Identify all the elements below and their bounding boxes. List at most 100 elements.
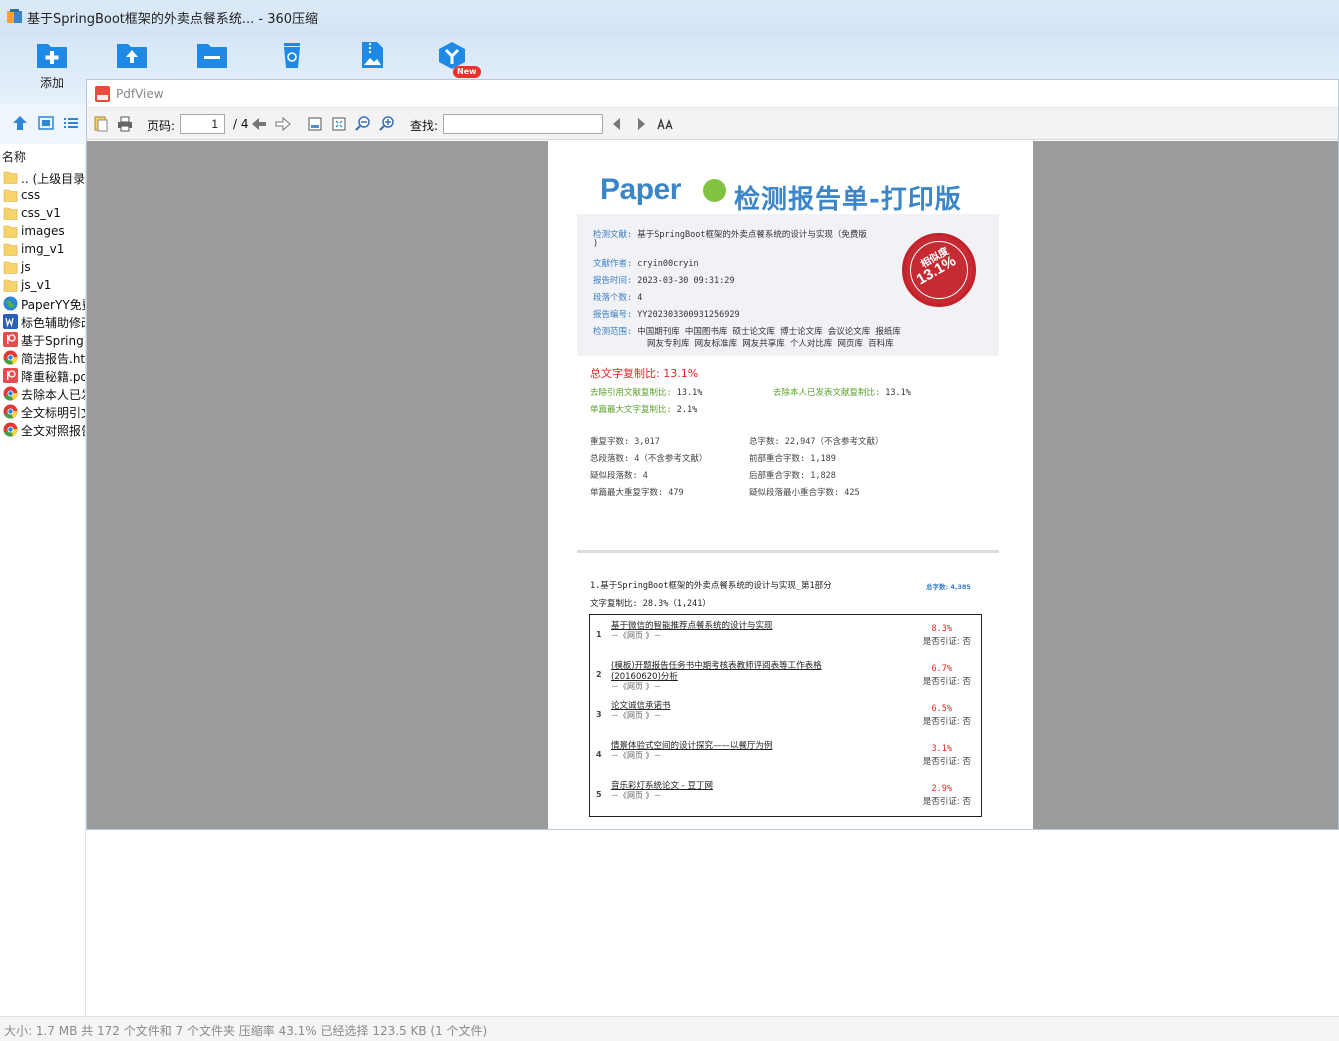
section-copy-ratio: 文字复制比: 28.3%（1,241）	[590, 599, 711, 609]
status-bar: 大小: 1.7 MB 共 172 个文件和 7 个文件夹 压缩率 43.1% 已…	[0, 1016, 1339, 1041]
source-type: －《网页 》－	[611, 791, 662, 800]
file-row[interactable]: js_v1	[2, 277, 85, 295]
info-scope-cont: 网友专利库 网友标准库 网友共享库 个人对比库 网页库 百科库	[647, 339, 894, 349]
file-name: images	[21, 224, 65, 238]
file-row[interactable]: 降重秘籍.pdf	[2, 367, 86, 385]
stat-max-single-repeat: 单篇最大重复字数: 479	[590, 488, 684, 498]
thumbnail-view-icon[interactable]	[37, 114, 55, 132]
source-percentage: 6.5%	[931, 704, 952, 714]
max-single-ratio: 单篇最大文字复制比: 2.1%	[590, 405, 698, 415]
exclude-self-ratio: 去除本人已发表文献复制比: 13.1%	[773, 388, 911, 398]
stat-min-overlap: 疑似段落最小重合字数: 425	[749, 488, 860, 498]
source-list-box: 1 基于微信的智能推荐点餐系统的设计与实现 －《网页 》－ 8.3% 是否引证: 否 2(…	[589, 614, 982, 817]
source-row: 5 音乐彩灯系统论文 - 豆丁网 －《网页 》－ 2.9% 是否引证: 否	[590, 775, 981, 815]
folder-file-icon	[3, 170, 18, 185]
info-paragraphs: 段落个数: 4	[593, 293, 643, 303]
source-row: 1 基于微信的智能推荐点餐系统的设计与实现 －《网页 》－ 8.3% 是否引证: 否	[590, 615, 981, 655]
exclude-reference-ratio: 去除引用文献复制比: 13.1%	[590, 388, 703, 398]
nav-toolbar	[0, 104, 86, 144]
zoom-in-icon[interactable]	[379, 116, 395, 132]
list-view-icon[interactable]	[62, 114, 80, 132]
zip-image-icon	[362, 42, 383, 68]
source-type: －《网页 》－	[611, 631, 662, 640]
section-title: 1.基于SpringBoot框架的外卖点餐系统的设计与实现_第1部分	[590, 581, 832, 591]
stat-repeat-chars: 重复字数: 3,017	[590, 437, 660, 447]
section-divider	[577, 550, 999, 553]
file-name: img_v1	[21, 242, 65, 256]
compress-folder-icon	[197, 44, 227, 68]
source-row: 2 (模板)开题报告任务书中期考核表教师评阅表等工作表格 (20160620)分析－…	[590, 655, 981, 695]
file-row[interactable]: 简洁报告.htm	[2, 349, 86, 367]
file-row[interactable]: 去除本人已发	[2, 385, 86, 403]
word-file-icon	[3, 314, 18, 329]
info-time: 报告时间: 2023-03-30 09:31:29	[593, 276, 735, 286]
file-name: 标色辅助修改	[21, 316, 86, 330]
source-percentage: 3.1%	[931, 744, 952, 754]
file-row[interactable]: 基于Spring	[2, 331, 85, 349]
folder-file-icon	[3, 278, 18, 293]
file-row[interactable]: PaperYY免费	[2, 295, 85, 313]
source-percentage: 2.9%	[931, 784, 952, 794]
file-row[interactable]: 标色辅助修改	[2, 313, 86, 331]
file-row[interactable]: js	[2, 259, 85, 277]
source-row: 3 论文诚信承诺书 －《网页 》－ 6.5% 是否引证: 否	[590, 695, 981, 735]
source-citation: 是否引证: 否	[922, 757, 971, 767]
print-icon[interactable]	[117, 116, 133, 132]
yy-logo-icon	[703, 179, 726, 202]
name-column-header[interactable]: 名称	[2, 148, 26, 165]
pdf-page: Paper 检测报告单-打印版 检测文献: 基于SpringBoot框架的外卖点…	[548, 141, 1033, 829]
previous-page-icon[interactable]	[251, 116, 267, 132]
source-citation: 是否引证: 否	[922, 797, 971, 807]
file-name: 去除本人已发	[21, 388, 86, 402]
info-report-id: 报告编号: YY202303300931256929	[593, 310, 740, 320]
stat-back-overlap: 后部重合字数: 1,828	[749, 471, 836, 481]
zoom-out-icon[interactable]	[355, 116, 371, 132]
file-row[interactable]: css_v1	[2, 205, 85, 223]
report-title: 检测报告单-打印版	[734, 185, 962, 215]
file-name: 降重秘籍.pdf	[21, 370, 86, 384]
file-name: 全文对照报告	[21, 424, 86, 438]
stat-total-chars: 总字数: 22,947（不含参考文献）	[749, 437, 884, 447]
paperyy-logo: Paper	[600, 173, 681, 206]
file-name: 简洁报告.htm	[21, 352, 86, 366]
stat-suspect-paragraphs: 疑似段落数: 4	[590, 471, 648, 481]
total-copy-ratio: 总文字复制比: 13.1%	[590, 367, 699, 380]
file-row[interactable]: css	[2, 187, 85, 205]
pdf-file-icon	[95, 86, 110, 102]
fit-width-icon[interactable]	[307, 116, 323, 132]
file-row[interactable]: 全文对照报告	[2, 421, 86, 439]
next-page-icon[interactable]	[275, 116, 291, 132]
find-next-icon[interactable]	[633, 116, 649, 132]
page-number-input[interactable]: 1	[180, 114, 225, 134]
fit-page-icon[interactable]	[331, 116, 347, 132]
source-row: 4 情景体验式空间的设计探究——以餐厅为例 －《网页 》－ 3.1% 是否引证: 否	[590, 735, 981, 775]
folder-file-icon	[3, 206, 18, 221]
info-document: 检测文献: 基于SpringBoot框架的外卖点餐系统的设计与实现（免费版	[593, 230, 867, 240]
file-row[interactable]: images	[2, 223, 85, 241]
similarity-stamp: 相似度 13.1%	[902, 233, 976, 307]
match-case-icon[interactable]	[657, 116, 673, 132]
pdf-title-bar: PdfView	[87, 80, 1338, 108]
file-row[interactable]: img_v1	[2, 241, 85, 259]
up-arrow-icon[interactable]	[11, 114, 29, 132]
new-badge: New	[453, 66, 481, 78]
file-name: css_v1	[21, 206, 61, 220]
pdf-window-title: PdfView	[116, 87, 164, 101]
file-list: 名称 .. (上级目录) css css_v1images img_v1js js_v1…	[0, 144, 86, 1016]
file-name: css	[21, 188, 41, 202]
source-percentage: 8.3%	[931, 624, 952, 634]
file-row[interactable]: .. (上级目录)	[2, 169, 85, 187]
chrome-file-icon	[3, 386, 18, 401]
folder-file-icon	[3, 242, 18, 257]
pdf-file-icon	[3, 368, 18, 383]
chrome-file-icon	[3, 404, 18, 419]
file-row[interactable]: 全文标明引文	[2, 403, 85, 421]
find-input[interactable]	[443, 114, 603, 134]
page-total: / 4	[233, 117, 249, 131]
pdf-canvas[interactable]: Paper 检测报告单-打印版 检测文献: 基于SpringBoot框架的外卖点…	[87, 141, 1338, 829]
add-button[interactable]: 添加	[32, 40, 72, 96]
open-file-icon[interactable]	[93, 116, 109, 132]
file-name: js	[21, 260, 31, 274]
pdf-file-icon	[3, 332, 18, 347]
find-previous-icon[interactable]	[609, 116, 625, 132]
